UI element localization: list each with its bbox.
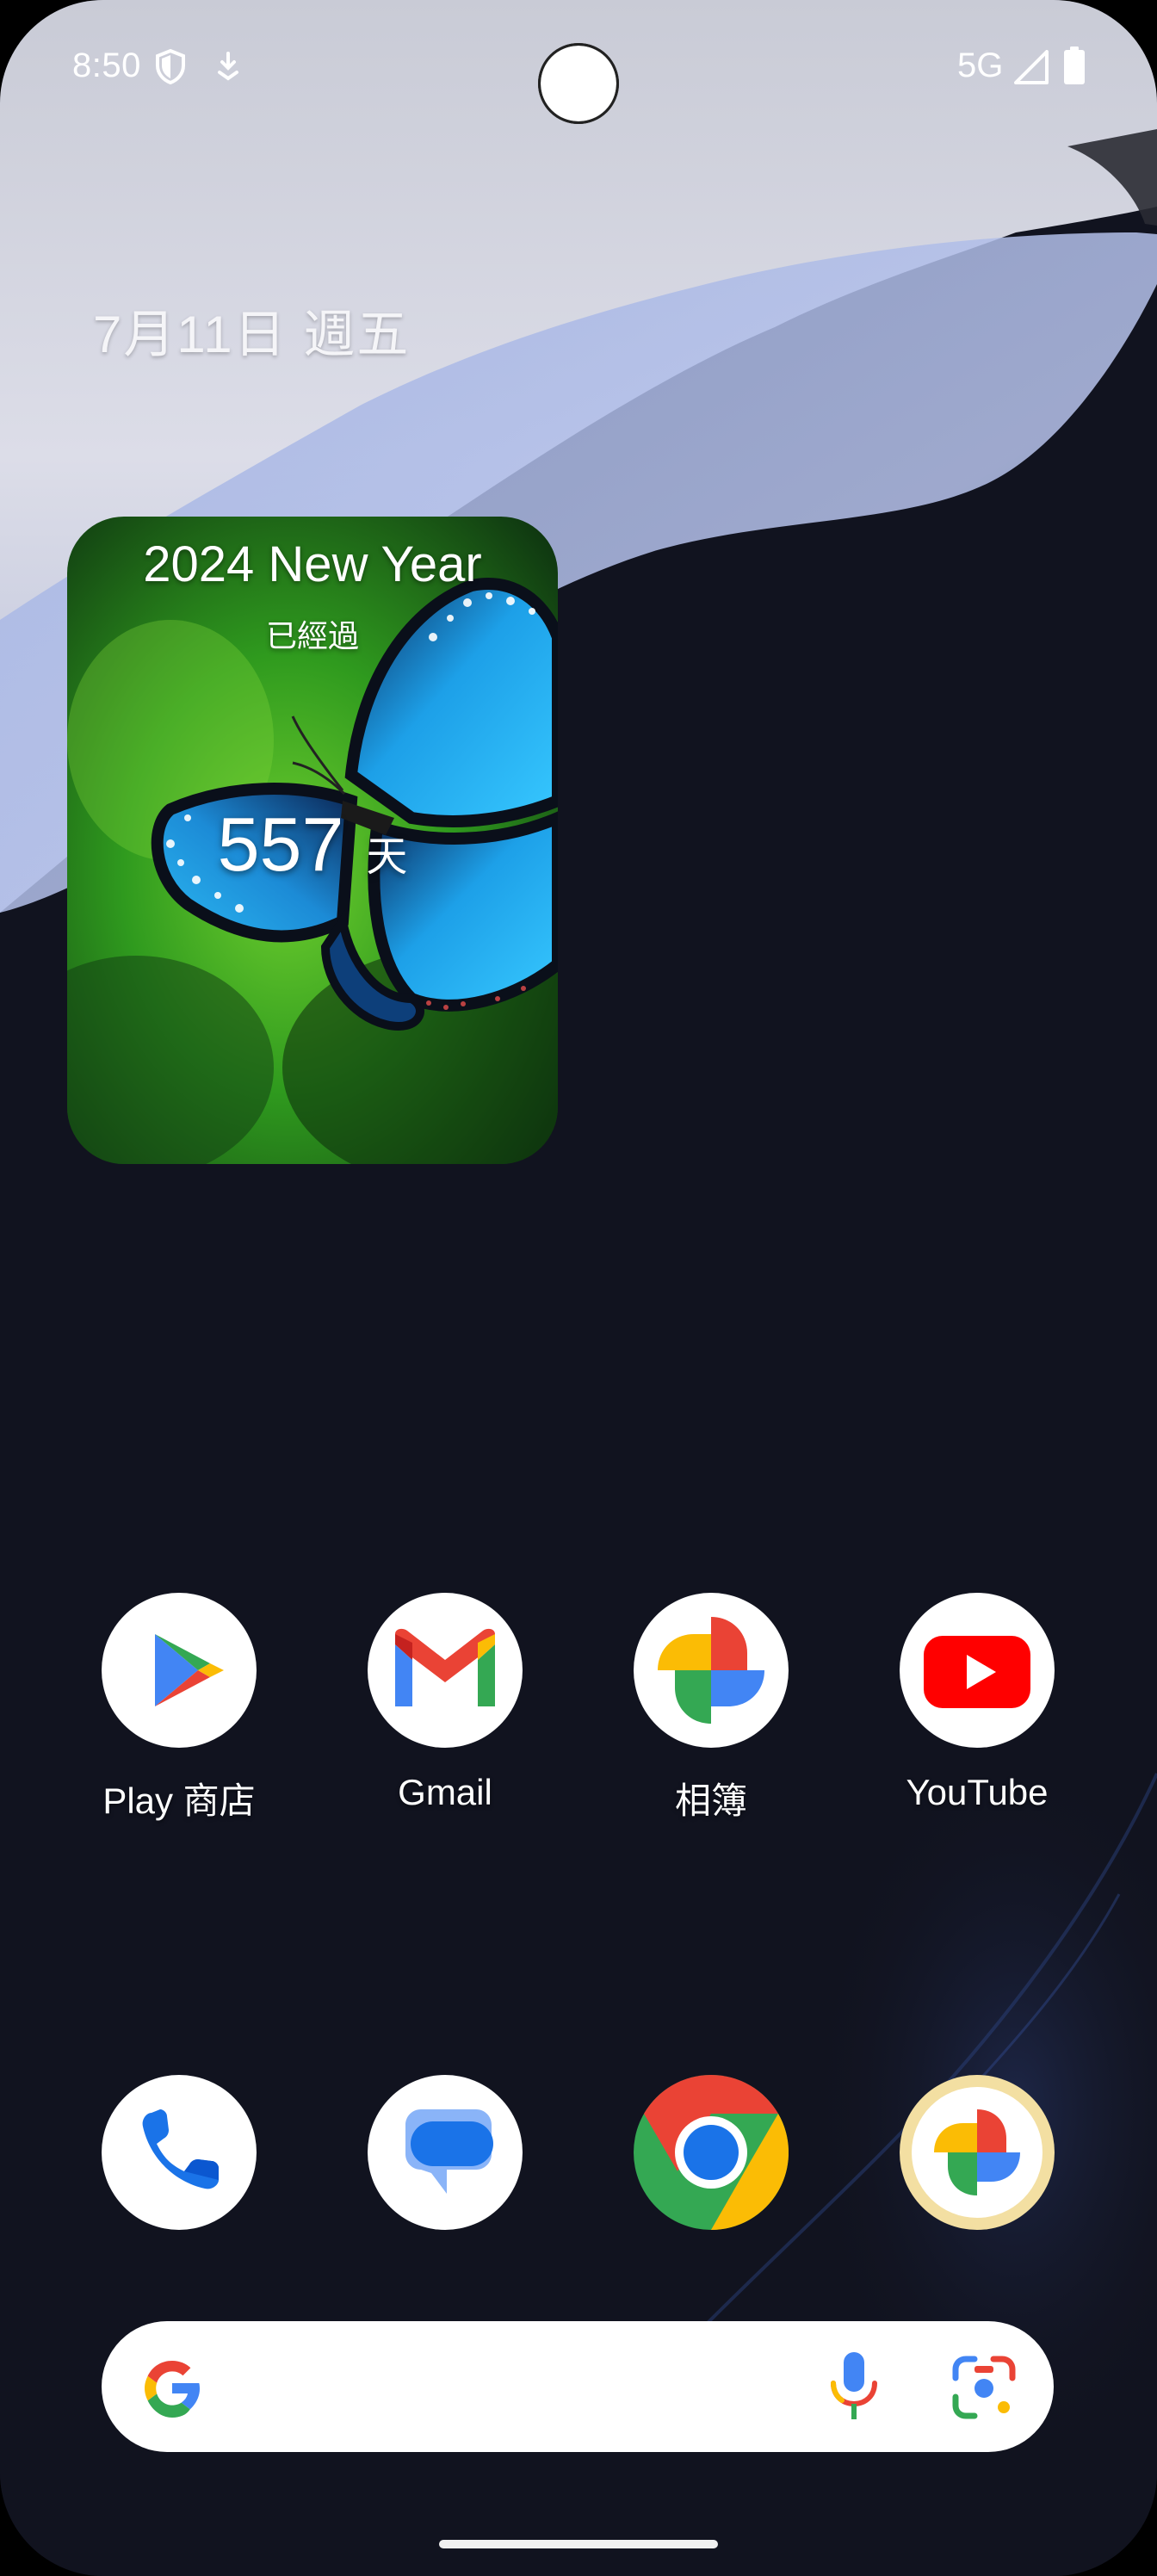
- widget-title: 2024 New Year: [143, 536, 482, 592]
- dock-messages[interactable]: [342, 2075, 548, 2230]
- play-store-icon: [155, 1634, 224, 1706]
- app-youtube[interactable]: YouTube: [874, 1593, 1080, 1813]
- youtube-icon: [924, 1636, 1030, 1708]
- microphone-icon[interactable]: [826, 2350, 882, 2423]
- messages-icon: [405, 2109, 493, 2194]
- gmail-icon: [395, 1628, 495, 1706]
- photos-themed-icon: [912, 2087, 1043, 2218]
- countdown-widget[interactable]: 2024 New Year 已經過 557 天: [67, 517, 558, 1164]
- app-label: YouTube: [906, 1772, 1049, 1812]
- dock-chrome[interactable]: [608, 2075, 814, 2230]
- camera-cutout: [538, 43, 619, 124]
- app-label: 相簿: [674, 1780, 747, 1821]
- status-time: 8:50: [72, 46, 141, 84]
- widget-subtitle: 已經過: [265, 618, 359, 653]
- day-count-unit: 天: [366, 834, 408, 880]
- day-count-number: 557: [217, 802, 344, 887]
- shield-icon: [156, 48, 185, 84]
- google-search-bar[interactable]: [102, 2321, 1054, 2452]
- app-label: Play 商店: [102, 1780, 256, 1821]
- photos-icon: [658, 1617, 764, 1724]
- date-label[interactable]: 7月11日 週五: [93, 293, 410, 368]
- home-screen: 8:50 5G 7月11日 週五 2024 New Year 已經過 557 天…: [0, 0, 1157, 2576]
- dock-phone[interactable]: [76, 2075, 282, 2230]
- day-count: 557 天: [67, 801, 558, 889]
- phone-icon: [142, 2109, 219, 2189]
- dock-photos-themed[interactable]: [874, 2075, 1080, 2230]
- chrome-icon: [634, 2075, 789, 2230]
- gesture-nav-handle[interactable]: [439, 2540, 718, 2548]
- battery-icon: [1064, 46, 1085, 84]
- lens-icon[interactable]: [950, 2354, 1018, 2421]
- app-play-store[interactable]: Play 商店: [76, 1593, 282, 1824]
- download-icon: [218, 52, 238, 81]
- network-type: 5G: [957, 46, 1004, 84]
- google-g-icon: [145, 2361, 200, 2418]
- app-photos[interactable]: 相簿: [608, 1593, 814, 1824]
- app-label: Gmail: [398, 1772, 492, 1812]
- app-gmail[interactable]: Gmail: [342, 1593, 548, 1813]
- cell-signal-icon: [1014, 50, 1049, 84]
